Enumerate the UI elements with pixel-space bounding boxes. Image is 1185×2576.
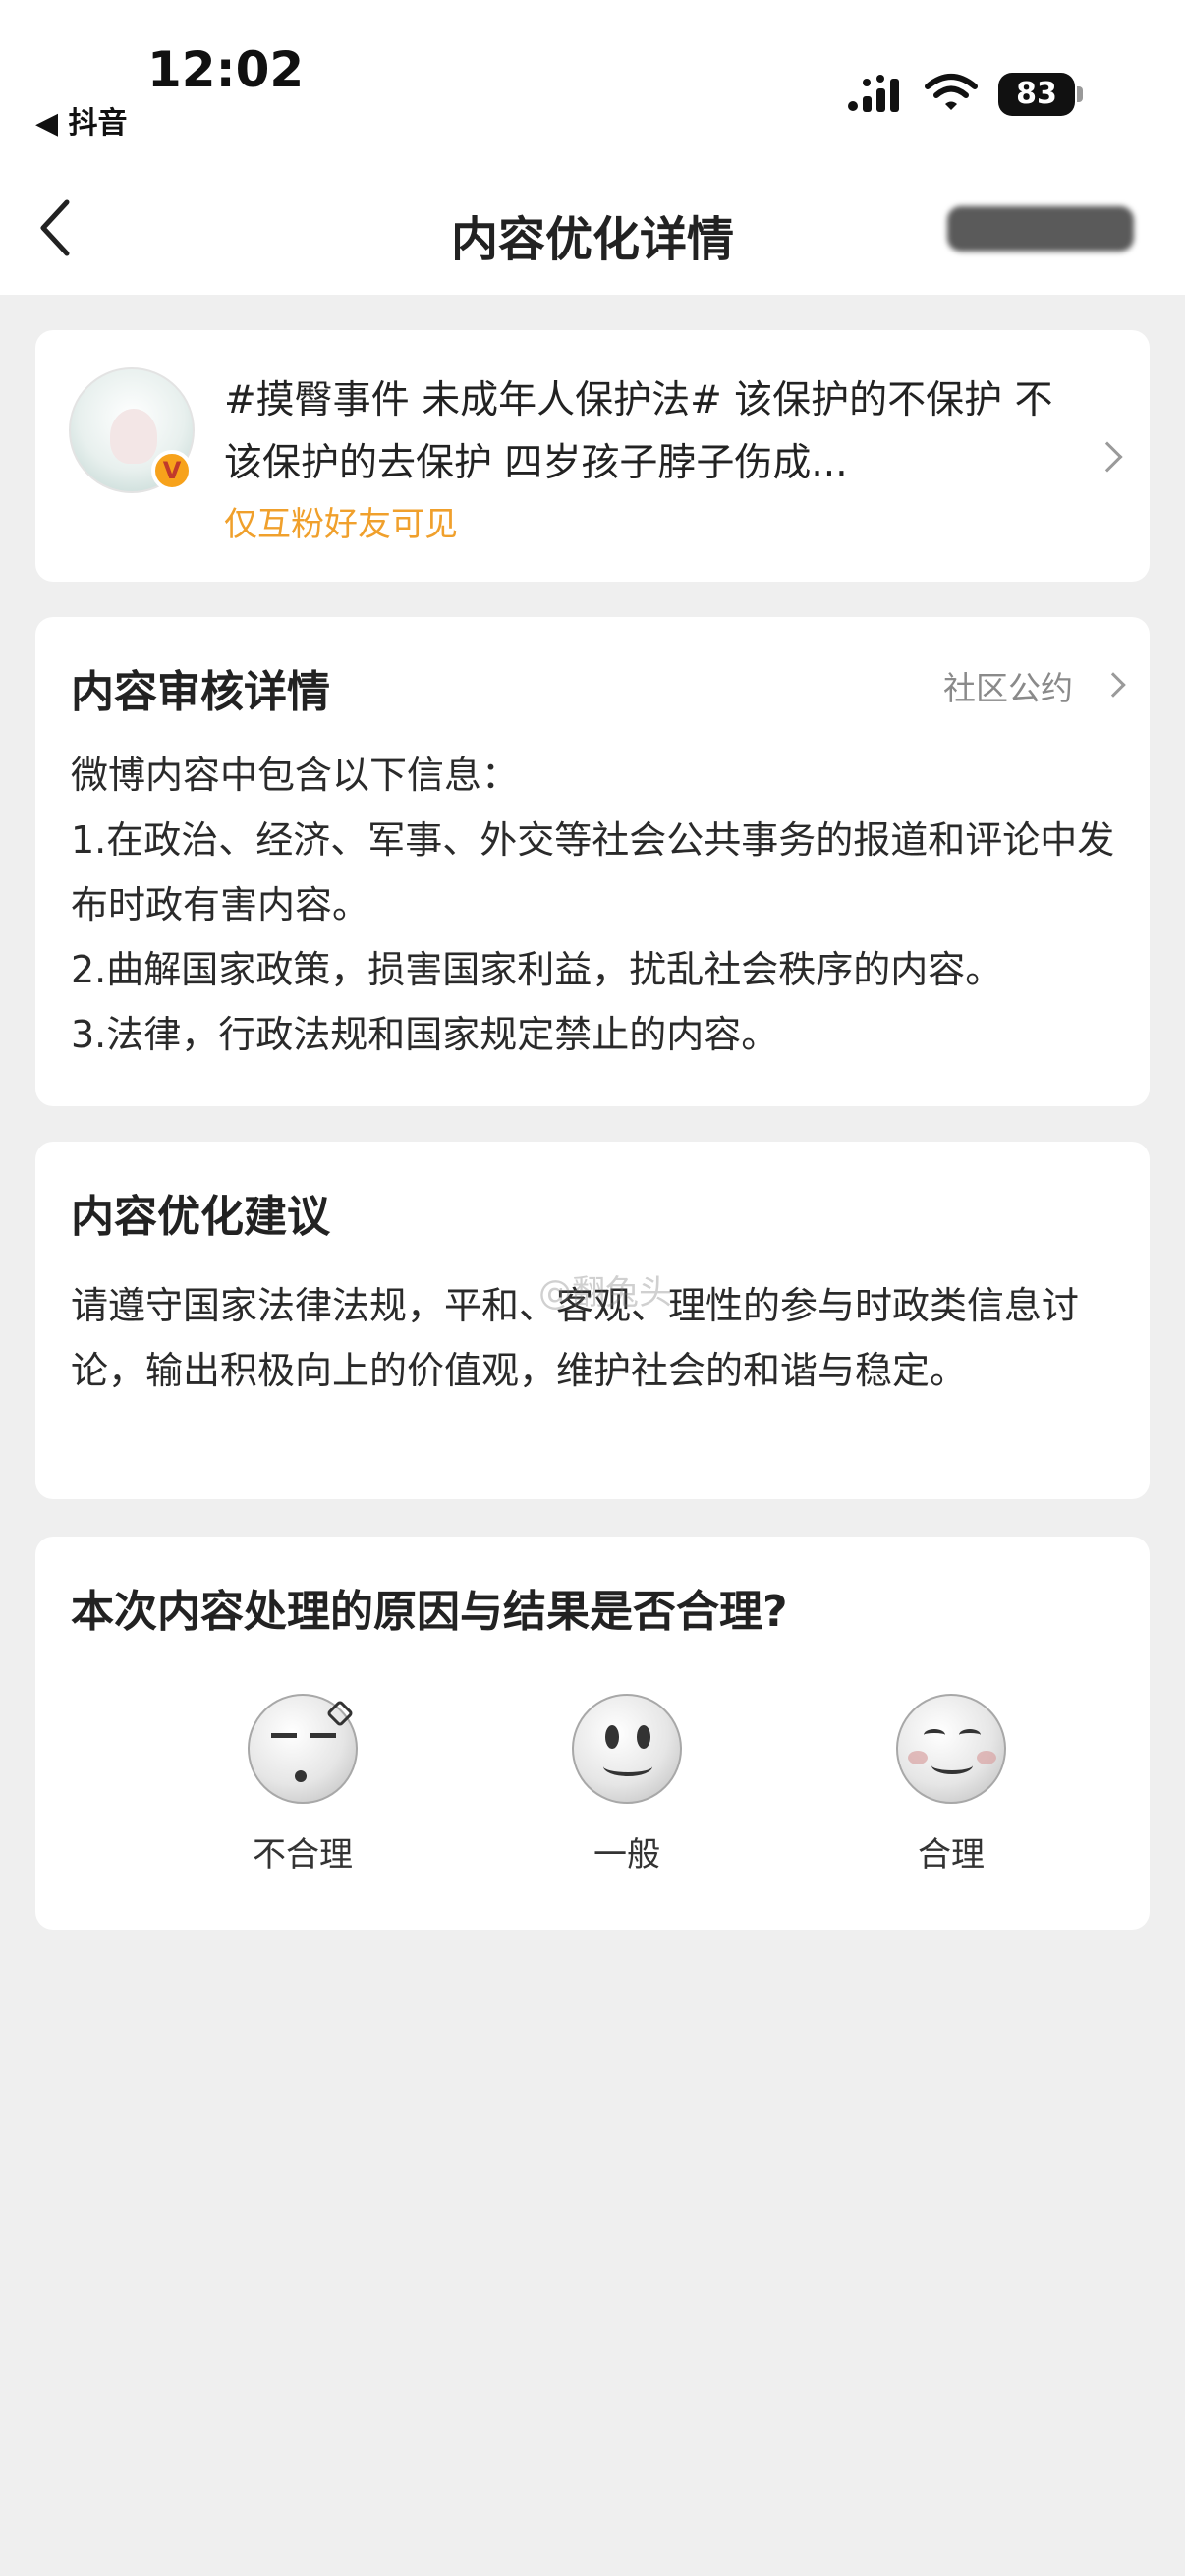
feedback-question: 本次内容处理的原因与结果是否合理? bbox=[71, 1587, 788, 1637]
review-title: 内容审核详情 bbox=[71, 667, 330, 717]
cellular-signal-icon bbox=[848, 75, 899, 112]
post-card[interactable]: V #摸臀事件 未成年人保护法# 该保护的不保护 不该保护的去保护 四岁孩子脖子… bbox=[35, 330, 1150, 582]
face-eye bbox=[605, 1725, 619, 1749]
review-line: 3.法律，行政法规和国家规定禁止的内容。 bbox=[71, 1013, 779, 1056]
rating-unreasonable-button[interactable]: 不合理 bbox=[214, 1694, 391, 1876]
feedback-card: 本次内容处理的原因与结果是否合理? 不合理 一般 合理 bbox=[35, 1537, 1150, 1930]
review-line: 微博内容中包含以下信息： bbox=[71, 754, 520, 797]
rating-label: 不合理 bbox=[253, 1835, 353, 1875]
face-mouth bbox=[931, 1757, 973, 1774]
back-to-app-link[interactable]: ◀ 抖音 bbox=[35, 98, 128, 141]
chevron-right-icon bbox=[1092, 441, 1123, 473]
face-eye bbox=[310, 1733, 336, 1738]
smiling-face-icon bbox=[896, 1694, 1006, 1804]
review-line: 1.在政治、经济、军事、外交等社会公共事务的报道和评论中发布时政有害内容。 bbox=[71, 818, 1115, 926]
wifi-icon bbox=[925, 74, 978, 110]
status-time: 12:02 bbox=[147, 41, 305, 98]
suggestion-title: 内容优化建议 bbox=[71, 1192, 330, 1242]
face-eye bbox=[271, 1733, 297, 1738]
battery-tip bbox=[1077, 86, 1083, 102]
neutral-face-icon bbox=[572, 1694, 682, 1804]
visibility-label: 仅互粉好友可见 bbox=[224, 505, 458, 544]
face-mouth bbox=[603, 1757, 652, 1776]
review-details-card: 内容审核详情 社区公约 微博内容中包含以下信息： 1.在政治、经济、军事、外交等… bbox=[35, 617, 1150, 1106]
anger-mark bbox=[325, 1699, 355, 1728]
review-body: 微博内容中包含以下信息： 1.在政治、经济、军事、外交等社会公共事务的报道和评论… bbox=[71, 743, 1122, 1067]
avatar-figure bbox=[110, 409, 157, 464]
face-eye bbox=[924, 1729, 945, 1741]
review-line: 2.曲解国家政策，损害国家利益，扰乱社会秩序的内容。 bbox=[71, 948, 1003, 991]
annoyed-face-icon bbox=[248, 1694, 358, 1804]
chevron-right-icon[interactable] bbox=[1100, 672, 1126, 698]
face-eye bbox=[637, 1725, 650, 1749]
face-mouth bbox=[295, 1770, 307, 1782]
status-bar: 12:02 ◀ 抖音 83 bbox=[0, 0, 1185, 157]
rating-reasonable-button[interactable]: 合理 bbox=[863, 1694, 1040, 1876]
battery-indicator: 83 bbox=[998, 73, 1075, 116]
optimization-suggestion-card: 内容优化建议 请遵守国家法律法规，平和、客观、理性的参与时政类信息讨论，输出积极… bbox=[35, 1142, 1150, 1499]
blurred-username bbox=[947, 206, 1134, 252]
face-eye bbox=[959, 1729, 981, 1741]
rating-average-button[interactable]: 一般 bbox=[538, 1694, 715, 1876]
community-guidelines-link[interactable]: 社区公约 bbox=[943, 662, 1073, 709]
verified-badge-icon: V bbox=[151, 450, 193, 491]
post-text: #摸臀事件 未成年人保护法# 该保护的不保护 不该保护的去保护 四岁孩子脖子伤成… bbox=[224, 378, 1053, 485]
rating-label: 一般 bbox=[593, 1835, 660, 1875]
face-blush bbox=[977, 1751, 996, 1764]
face-blush bbox=[908, 1751, 928, 1764]
watermark: @翻兔头 bbox=[538, 1273, 672, 1313]
navigation-bar: 内容优化详情 bbox=[0, 157, 1185, 295]
rating-label: 合理 bbox=[918, 1835, 985, 1875]
